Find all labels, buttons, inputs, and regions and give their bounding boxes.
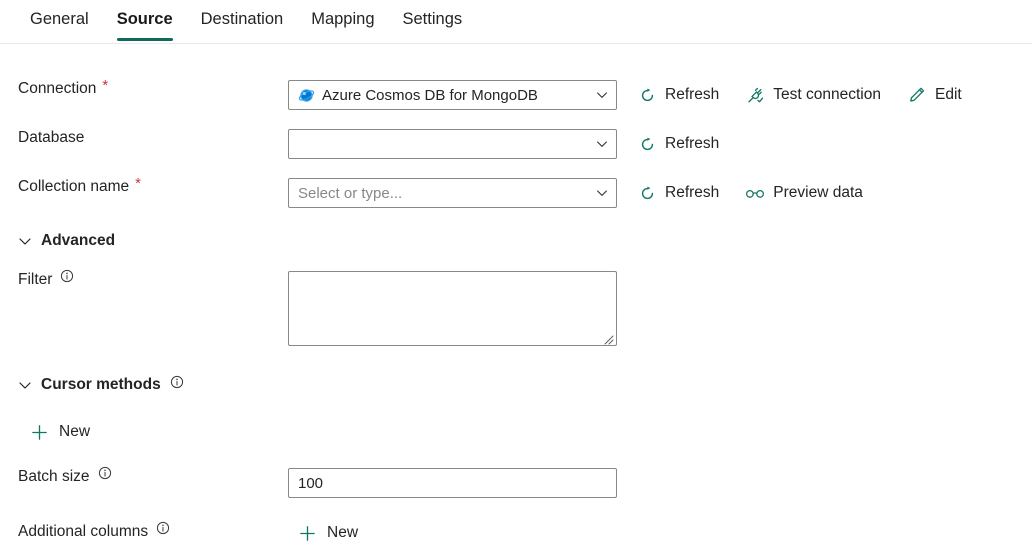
cursor-methods-section-header[interactable]: Cursor methods — [0, 375, 1032, 394]
connection-required-asterisk: * — [102, 76, 109, 94]
batch-size-value: 100 — [298, 474, 324, 492]
database-commands: Refresh — [637, 134, 719, 154]
connection-label-cell: Connection * — [0, 76, 288, 98]
collection-name-label-cell: Collection name * — [0, 174, 288, 196]
filter-label-cell: Filter — [0, 269, 288, 289]
refresh-icon — [637, 134, 657, 154]
batch-size-input[interactable]: 100 — [288, 468, 617, 498]
chevron-down-icon[interactable] — [596, 81, 608, 109]
edit-connection-label: Edit — [935, 86, 962, 103]
connection-label: Connection — [18, 80, 97, 97]
database-refresh-label: Refresh — [665, 135, 720, 152]
database-control-cell: Refresh — [288, 129, 1032, 159]
plug-check-icon — [745, 85, 765, 105]
test-connection-label: Test connection — [773, 86, 881, 103]
collection-control-cell: Select or type... Refresh Preview data — [288, 178, 1032, 208]
test-connection-button[interactable]: Test connection — [745, 85, 881, 105]
collection-name-combobox[interactable]: Select or type... — [288, 178, 617, 208]
advanced-section-label: Advanced — [41, 232, 116, 249]
connection-dropdown[interactable]: Azure Cosmos DB for MongoDB — [288, 80, 617, 110]
database-refresh-button[interactable]: Refresh — [637, 134, 719, 154]
database-row: Database Refresh — [0, 129, 1032, 159]
resize-grip-icon[interactable] — [602, 332, 614, 345]
additional-columns-label-cell: Additional columns — [0, 521, 288, 541]
collection-commands: Refresh Preview data — [637, 183, 863, 203]
info-icon[interactable] — [170, 375, 184, 389]
source-form: Connection * Azure Cosmos DB for MongoDB — [0, 44, 1032, 543]
batch-size-control-cell: 100 — [288, 468, 1032, 498]
info-icon[interactable] — [98, 466, 112, 480]
chevron-down-icon — [18, 378, 32, 392]
tab-destination[interactable]: Destination — [187, 0, 298, 41]
batch-size-row: Batch size 100 — [0, 466, 1032, 498]
connection-refresh-label: Refresh — [665, 86, 720, 103]
filter-label: Filter — [18, 271, 53, 288]
cursor-methods-section-label: Cursor methods — [41, 376, 161, 393]
cursor-methods-new-label: New — [59, 423, 91, 440]
refresh-icon — [637, 183, 657, 203]
info-icon[interactable] — [156, 521, 170, 535]
chevron-down-icon — [18, 234, 32, 248]
azure-cosmos-db-icon — [298, 87, 315, 104]
tab-settings[interactable]: Settings — [389, 0, 477, 41]
batch-size-label: Batch size — [18, 468, 90, 485]
cursor-methods-new-button[interactable]: New — [30, 422, 90, 442]
additional-columns-row: Additional columns New — [0, 521, 1032, 543]
tab-mapping[interactable]: Mapping — [297, 0, 388, 41]
filter-textarea[interactable] — [288, 271, 617, 346]
preview-data-button[interactable]: Preview data — [745, 183, 863, 203]
info-icon[interactable] — [60, 269, 74, 283]
connection-commands: Refresh Test connection Edit — [637, 85, 962, 105]
chevron-down-icon[interactable] — [596, 179, 608, 207]
filter-control-cell — [288, 271, 1032, 346]
connection-value: Azure Cosmos DB for MongoDB — [322, 86, 538, 104]
preview-data-label: Preview data — [773, 184, 863, 201]
collection-name-label: Collection name — [18, 178, 130, 195]
collection-name-placeholder: Select or type... — [298, 184, 403, 202]
cursor-methods-new-row: New — [0, 422, 1032, 442]
tab-general[interactable]: General — [16, 0, 103, 41]
collection-refresh-label: Refresh — [665, 184, 720, 201]
database-label-cell: Database — [0, 129, 288, 147]
connection-control-cell: Azure Cosmos DB for MongoDB Refresh Test… — [288, 80, 1032, 110]
database-label: Database — [18, 129, 85, 146]
batch-size-label-cell: Batch size — [0, 466, 288, 486]
plus-icon — [298, 524, 317, 543]
database-dropdown[interactable] — [288, 129, 617, 159]
tab-source[interactable]: Source — [103, 0, 187, 41]
additional-columns-control-cell: New — [288, 523, 1032, 543]
chevron-down-icon[interactable] — [596, 130, 608, 158]
collection-refresh-button[interactable]: Refresh — [637, 183, 719, 203]
plus-icon — [30, 423, 49, 442]
additional-columns-new-label: New — [327, 524, 359, 541]
collection-required-asterisk: * — [135, 174, 141, 192]
eyeglasses-icon — [745, 183, 765, 203]
connection-refresh-button[interactable]: Refresh — [637, 85, 719, 105]
pencil-icon — [907, 85, 927, 105]
additional-columns-new-button[interactable]: New — [298, 523, 358, 543]
refresh-icon — [637, 85, 657, 105]
filter-row: Filter — [0, 269, 1032, 346]
edit-connection-button[interactable]: Edit — [907, 85, 962, 105]
connection-row: Connection * Azure Cosmos DB for MongoDB — [0, 76, 1032, 110]
collection-name-row: Collection name * Select or type... Refr… — [0, 174, 1032, 208]
advanced-section-header[interactable]: Advanced — [0, 232, 1032, 250]
tab-strip: General Source Destination Mapping Setti… — [0, 0, 1032, 44]
additional-columns-label: Additional columns — [18, 523, 149, 540]
